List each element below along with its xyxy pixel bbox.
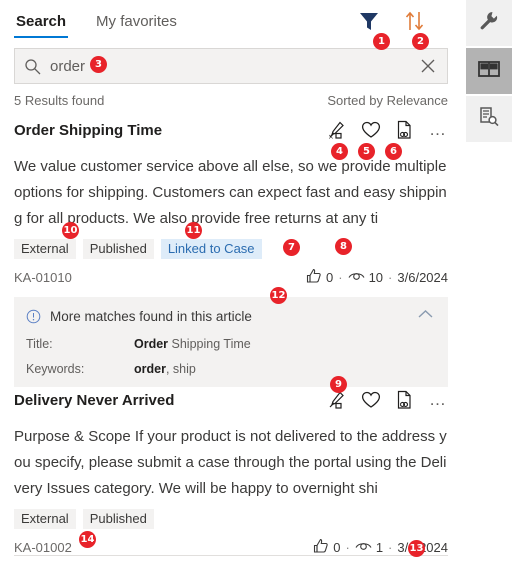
rail-item-article-search[interactable] [466, 96, 512, 142]
separator-dot: · [345, 539, 350, 555]
article-title[interactable]: Delivery Never Arrived [14, 392, 174, 409]
search-icon [24, 58, 41, 75]
tag-published: Published [82, 509, 154, 529]
heart-icon[interactable] [361, 391, 381, 409]
overflow-menu-icon[interactable]: … [427, 391, 448, 408]
tag-external: External [14, 239, 76, 259]
search-box[interactable]: order [14, 48, 448, 84]
results-meta: 5 Results found Sorted by Relevance [14, 93, 448, 108]
separator-dot: · [388, 269, 393, 285]
more-matches-row: Keywords: order, ship [26, 361, 436, 377]
tag-linked-to-case[interactable]: Linked to Case [160, 239, 262, 259]
book-icon [477, 59, 501, 84]
eye-icon [348, 269, 365, 286]
article-result: Order Shipping Time × … We value custome… [0, 120, 462, 387]
wrench-icon [478, 10, 500, 37]
views-stat: 10 [348, 269, 383, 286]
rail-item-knowledge[interactable] [466, 48, 512, 94]
rail-item-tools[interactable] [466, 0, 512, 46]
clear-icon[interactable] [419, 57, 437, 75]
more-matches-panel: More matches found in this article Title… [14, 297, 448, 387]
article-footer: KA-01010 0 · 10 · 3/6/2024 [14, 267, 448, 287]
article-snippet: Purpose & Scope If your product is not d… [14, 428, 447, 497]
edit-link-icon[interactable] [327, 390, 347, 410]
chevron-up-icon[interactable] [417, 308, 434, 320]
article-actions: × … [327, 120, 448, 141]
likes-count: 0 [333, 539, 341, 555]
views-count: 10 [368, 269, 384, 285]
article-header: Order Shipping Time × … [14, 120, 448, 146]
article-tags: External Published Linked to Case [14, 238, 448, 260]
article-header: Delivery Never Arrived … [14, 390, 448, 416]
article-footer: KA-01002 0 · 1 · 3/6/2024 [14, 537, 448, 557]
likes-stat: 0 [313, 538, 340, 557]
article-ka-id[interactable]: KA-01010 [14, 270, 72, 285]
more-matches-value: order, ship [134, 361, 196, 377]
tag-external: External [14, 509, 76, 529]
separator-dot: · [388, 539, 393, 555]
article-actions: … [327, 390, 448, 410]
article-date: 3/6/2024 [397, 269, 448, 285]
knowledge-search-panel: Search My favorites order 5 Results foun… [0, 0, 512, 562]
match-highlight: order [134, 362, 166, 376]
match-highlight: Order [134, 337, 169, 351]
tab-my-favorites[interactable]: My favorites [94, 13, 179, 38]
list-divider [14, 555, 448, 556]
article-result: Delivery Never Arrived … Purpose & Scope… [0, 390, 462, 557]
article-snippet: We value customer service above all else… [14, 158, 447, 227]
document-search-icon [478, 106, 500, 133]
tag-published: Published [82, 239, 154, 259]
svg-text:×: × [328, 133, 334, 140]
article-tags: External Published [14, 508, 448, 530]
header-actions [358, 10, 426, 32]
right-rail [466, 0, 512, 562]
match-rest: , ship [165, 362, 196, 376]
sort-label[interactable]: Sorted by Relevance [327, 93, 448, 108]
edit-link-icon[interactable]: × [327, 120, 347, 141]
document-link-icon[interactable] [395, 390, 413, 410]
more-matches-row: Title: Order Shipping Time [26, 336, 436, 352]
main-panel: Search My favorites order 5 Results foun… [0, 0, 462, 562]
overflow-menu-icon[interactable]: … [427, 121, 448, 138]
more-matches-title: More matches found in this article [50, 308, 252, 324]
sort-icon[interactable] [404, 10, 426, 32]
tab-search[interactable]: Search [14, 13, 69, 38]
match-rest: Shipping Time [168, 337, 251, 351]
results-count: 5 Results found [14, 93, 105, 108]
separator-dot: · [338, 269, 343, 285]
article-stats: 0 · 10 · 3/6/2024 [306, 268, 448, 287]
document-link-icon[interactable] [395, 120, 413, 140]
article-stats: 0 · 1 · 3/6/2024 [313, 538, 448, 557]
likes-stat: 0 [306, 268, 333, 287]
more-matches-label: Title: [26, 337, 53, 351]
eye-icon [355, 539, 372, 556]
more-matches-label: Keywords: [26, 362, 85, 376]
info-icon [26, 309, 41, 324]
more-matches-header[interactable]: More matches found in this article [26, 305, 436, 327]
heart-icon[interactable] [361, 121, 381, 139]
thumbs-up-icon [306, 268, 322, 287]
search-input[interactable]: order [50, 58, 419, 75]
views-count: 1 [375, 539, 384, 555]
thumbs-up-icon [313, 538, 329, 557]
views-stat: 1 [355, 539, 383, 556]
article-title[interactable]: Order Shipping Time [14, 122, 162, 139]
article-ka-id[interactable]: KA-01002 [14, 540, 72, 555]
filter-icon[interactable] [358, 11, 380, 31]
article-date: 3/6/2024 [397, 539, 448, 555]
tab-bar: Search My favorites [14, 6, 179, 38]
likes-count: 0 [326, 269, 334, 285]
more-matches-value: Order Shipping Time [134, 336, 251, 352]
